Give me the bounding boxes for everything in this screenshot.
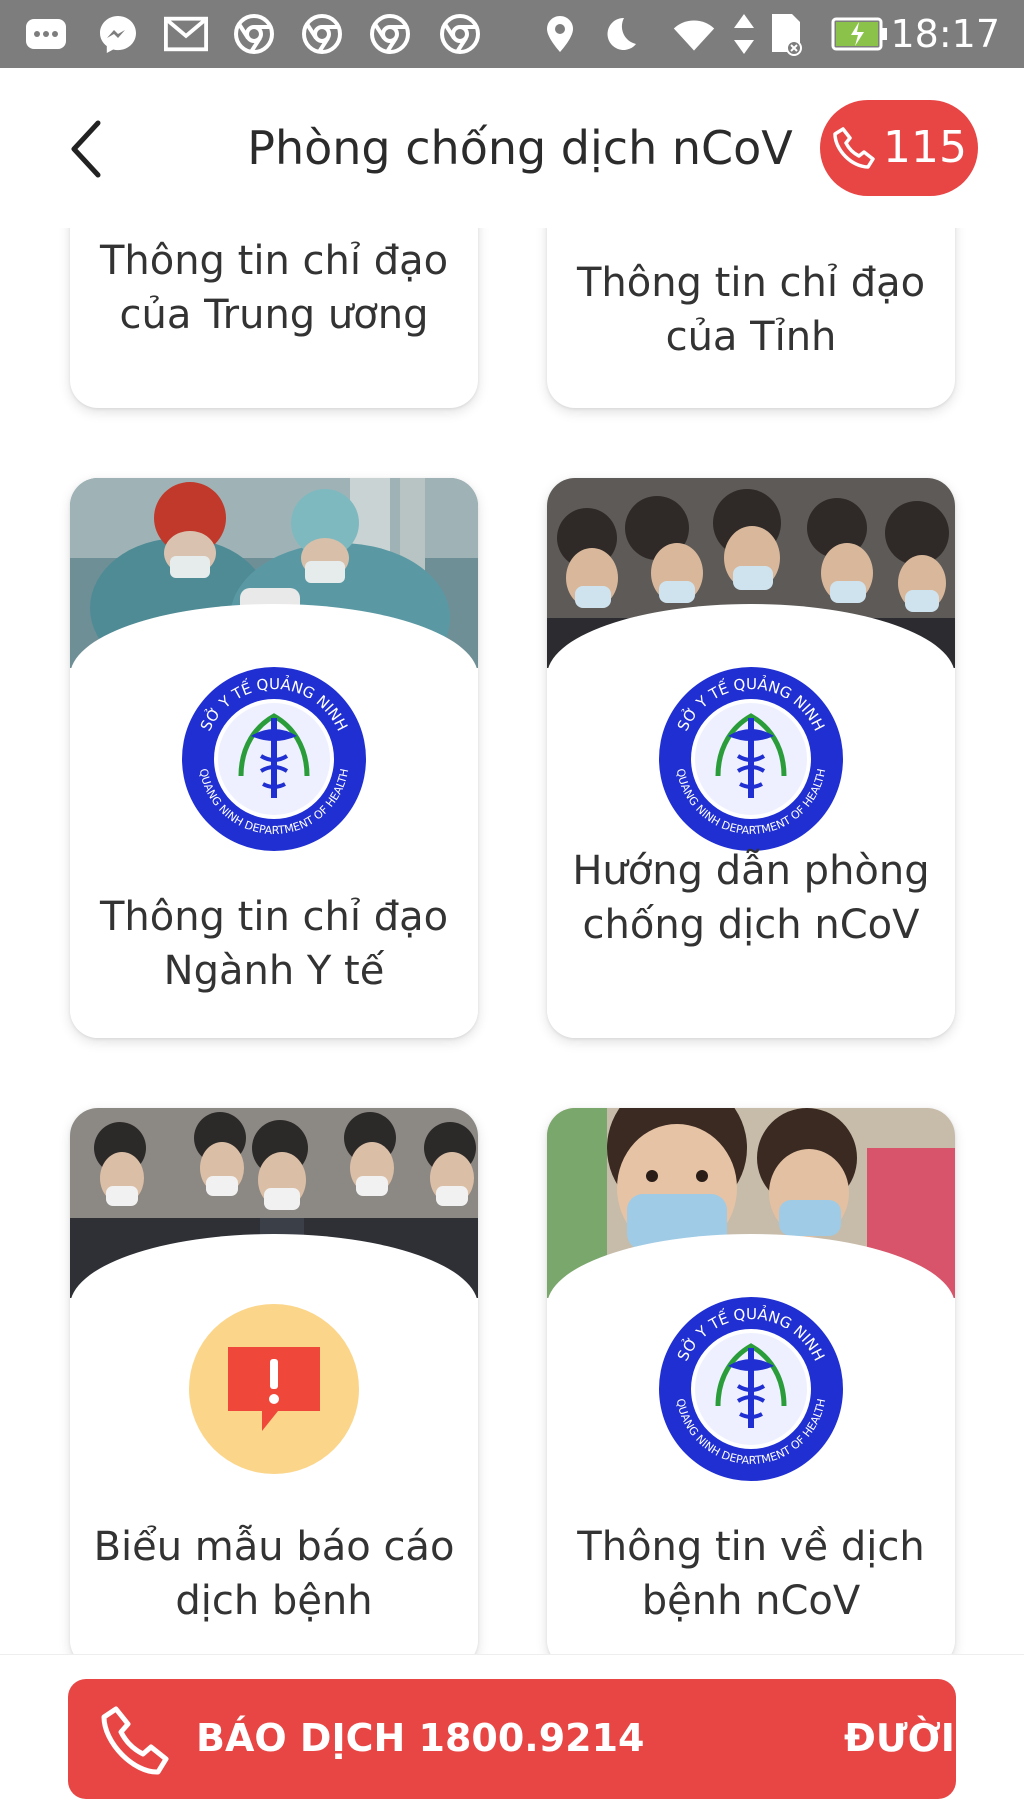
- sms-icon: [24, 14, 68, 54]
- alert-report-icon: [189, 1304, 359, 1474]
- app-header: Phòng chống dịch nCoV 115: [0, 68, 1024, 228]
- phone-icon: [101, 1706, 169, 1775]
- menu-grid: Thông tin chỉ đạo của Trung ương Thông t…: [0, 228, 1024, 1654]
- card-label: Thông tin về dịch bệnh nCoV: [577, 1524, 925, 1624]
- messenger-icon: [96, 14, 140, 54]
- chrome-icon: [438, 14, 482, 54]
- hotline-number: 115: [883, 122, 967, 173]
- page-title: Phòng chống dịch nCoV: [247, 121, 793, 175]
- status-bar: 18:17: [0, 0, 1024, 68]
- chrome-icon: [232, 14, 276, 54]
- phone-icon: [833, 127, 875, 169]
- app-screen: 18:17 Phòng chống dịch nCoV 115 Thông ti…: [0, 0, 1024, 1820]
- battery-charging-icon: [830, 14, 890, 54]
- card-provincial-directives[interactable]: Thông tin chỉ đạo của Tỉnh: [547, 228, 955, 408]
- bottom-bar: BÁO DỊCH 1800.9214 ĐƯỜI: [0, 1654, 1024, 1820]
- health-department-seal-icon: SỞ Y TẾ QUẢNG NINH QUANG NINH DEPARTMENT…: [182, 667, 366, 851]
- card-label: Thông tin chỉ đạo của Tỉnh: [576, 260, 926, 360]
- data-arrows-icon: [722, 14, 766, 54]
- back-button[interactable]: [56, 114, 116, 184]
- card-ncov-prevention-guide[interactable]: SỞ Y TẾ QUẢNG NINH QUANG NINH DEPARTMENT…: [547, 478, 955, 1038]
- hotline-call-button[interactable]: 115: [820, 100, 978, 196]
- do-not-disturb-moon-icon: [598, 14, 642, 54]
- ticker-text-next: ĐƯỜI: [844, 1716, 955, 1760]
- sd-card-icon: [762, 14, 806, 56]
- ticker-text-main: BÁO DỊCH 1800.9214: [196, 1716, 645, 1760]
- card-label: Thông tin chỉ đạo Ngành Y tế: [99, 894, 449, 994]
- card-label: Hướng dẫn phòng chống dịch nCoV: [572, 848, 930, 948]
- status-time: 18:17: [890, 12, 1000, 56]
- card-label: Thông tin chỉ đạo của Trung ương: [99, 238, 449, 338]
- epidemic-report-hotline-banner[interactable]: BÁO DỊCH 1800.9214 ĐƯỜI: [68, 1679, 956, 1799]
- wifi-icon: [672, 14, 716, 54]
- card-central-directives[interactable]: Thông tin chỉ đạo của Trung ương: [70, 228, 478, 408]
- chevron-left-icon: [71, 120, 101, 178]
- chrome-icon: [368, 14, 412, 54]
- card-ncov-information[interactable]: SỞ Y TẾ QUẢNG NINH QUANG NINH DEPARTMENT…: [547, 1108, 955, 1654]
- health-department-seal-icon: SỞ Y TẾ QUẢNG NINH QUANG NINH DEPARTMENT…: [659, 667, 843, 851]
- location-icon: [538, 14, 582, 54]
- health-department-seal-icon: SỞ Y TẾ QUẢNG NINH QUANG NINH DEPARTMENT…: [659, 1297, 843, 1481]
- card-health-sector-directives[interactable]: SỞ Y TẾ QUẢNG NINH QUANG NINH DEPARTMENT…: [70, 478, 478, 1038]
- gmail-icon: [164, 14, 208, 54]
- card-report-form[interactable]: Biểu mẫu báo cáo dịch bệnh: [70, 1108, 478, 1654]
- chrome-icon: [300, 14, 344, 54]
- card-label: Biểu mẫu báo cáo dịch bệnh: [93, 1524, 455, 1624]
